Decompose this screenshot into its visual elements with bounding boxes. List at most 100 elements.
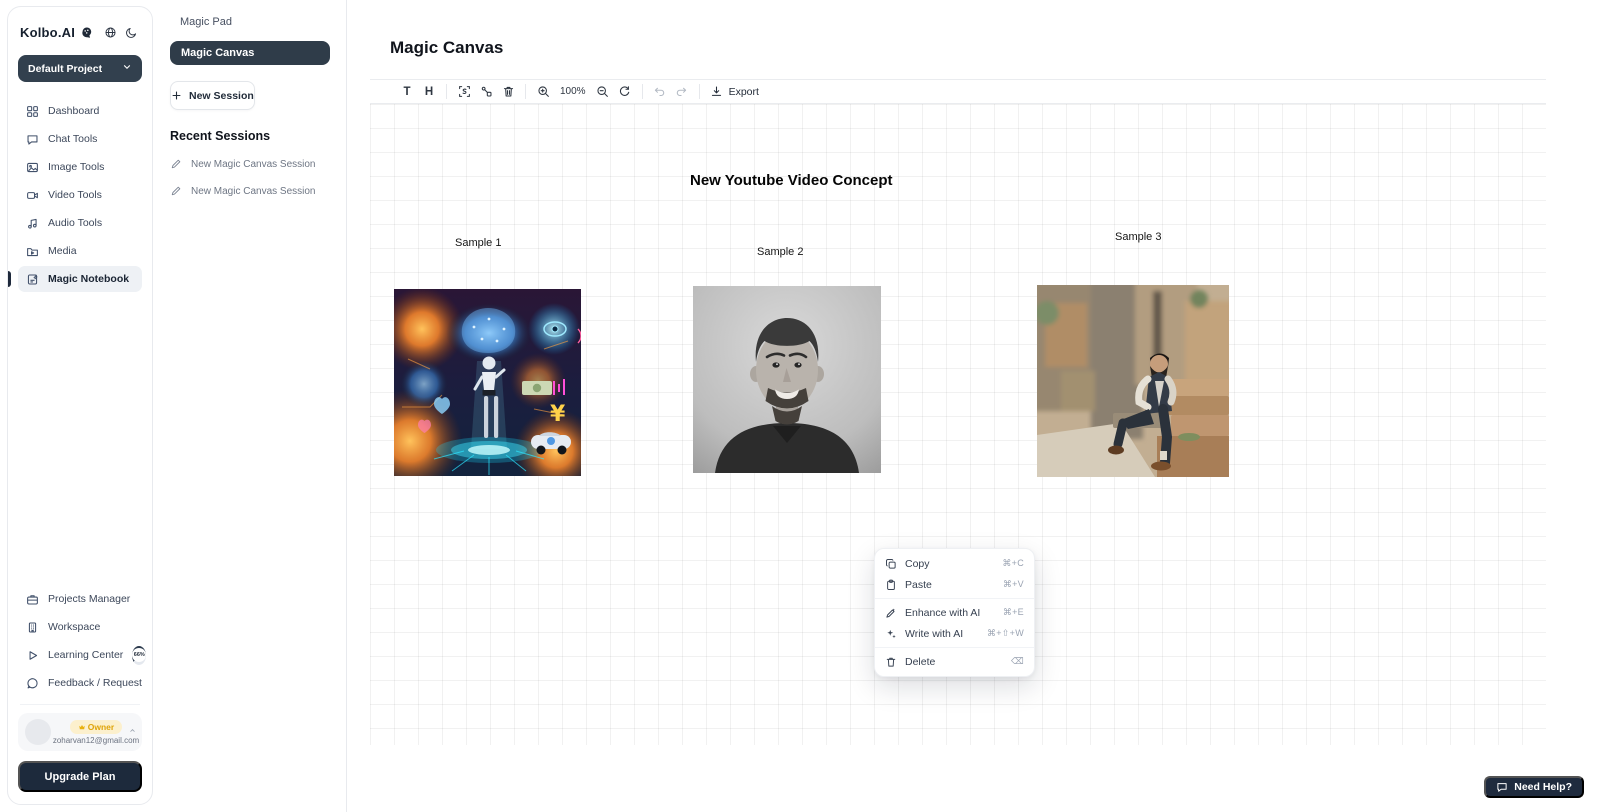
redo-button[interactable] [671, 82, 693, 102]
sidebar-item-media[interactable]: Media [18, 238, 142, 264]
need-help-button[interactable]: Need Help? [1484, 776, 1584, 798]
sidebar-nav: Dashboard Chat Tools Image Tools Video T… [18, 98, 142, 292]
divider [699, 84, 700, 99]
chevron-up-icon [129, 721, 136, 739]
undo-icon [653, 85, 666, 98]
zoom-in-icon [537, 85, 550, 98]
logo-row: Kolbo.AI [18, 21, 142, 55]
audio-icon [26, 217, 39, 230]
sidebar-item-chat-tools[interactable]: Chat Tools [18, 126, 142, 152]
menu-item-label: Delete [905, 656, 935, 668]
zoom-in-button[interactable] [532, 82, 554, 102]
notebook-icon [26, 273, 39, 286]
svg-text:¥: ¥ [550, 402, 566, 427]
trash-icon [502, 85, 515, 98]
sidebar-item-projects-manager[interactable]: Projects Manager [18, 586, 142, 612]
avatar [25, 719, 51, 745]
menu-item-delete[interactable]: Delete ⌫ [875, 651, 1034, 672]
divider [875, 647, 1034, 648]
delete-tool-button[interactable] [497, 82, 519, 102]
sample-2-label[interactable]: Sample 2 [757, 246, 803, 258]
connector-tool-button[interactable] [475, 82, 497, 102]
context-menu: Copy ⌘+C Paste ⌘+V Enhance with AI ⌘+E W… [874, 548, 1035, 677]
project-selector[interactable]: Default Project [18, 55, 142, 82]
building-icon [26, 621, 39, 634]
export-button[interactable]: Export [706, 85, 763, 98]
briefcase-icon [26, 593, 39, 606]
session-item-label: New Magic Canvas Session [191, 186, 316, 197]
zoom-out-button[interactable] [592, 82, 614, 102]
menu-item-write-with-ai[interactable]: Write with AI ⌘+⇧+W [875, 623, 1034, 644]
sample-3-image[interactable] [1037, 285, 1229, 477]
learning-progress-ring: 66% [132, 646, 146, 665]
session-list-item[interactable]: New Magic Canvas Session [170, 185, 330, 197]
redo-icon [675, 85, 688, 98]
menu-item-label: Write with AI [905, 628, 963, 640]
sidebar-item-label: Image Tools [48, 161, 104, 173]
user-card[interactable]: Owner zoharvan12@gmail.com [18, 713, 142, 751]
tab-magic-canvas[interactable]: Magic Canvas [170, 41, 330, 65]
learning-progress-value: 66% [132, 648, 146, 662]
rotate-icon [618, 85, 631, 98]
ai-select-tool-button[interactable] [453, 82, 475, 102]
export-label: Export [729, 86, 759, 98]
divider [875, 598, 1034, 599]
menu-shortcut: ⌘+⇧+W [987, 628, 1024, 639]
trash-icon [885, 656, 897, 668]
media-icon [26, 245, 39, 258]
sidebar-item-feedback[interactable]: Feedback / Request [18, 670, 142, 696]
plus-icon [171, 90, 182, 101]
reset-view-button[interactable] [614, 82, 636, 102]
page-title: Magic Canvas [390, 38, 503, 58]
sidebar-item-label: Media [48, 245, 77, 257]
sample-1-label[interactable]: Sample 1 [455, 237, 501, 249]
copy-icon [885, 558, 897, 570]
menu-shortcut: ⌘+V [1003, 579, 1024, 590]
divider [20, 704, 140, 705]
sidebar-item-image-tools[interactable]: Image Tools [18, 154, 142, 180]
sidebar-item-label: Magic Notebook [48, 273, 129, 285]
globe-icon[interactable] [102, 23, 120, 41]
divider [446, 84, 447, 99]
sidebar-item-label: Audio Tools [48, 217, 102, 229]
menu-item-paste[interactable]: Paste ⌘+V [875, 574, 1034, 595]
sidebar-item-learning-center[interactable]: Learning Center 66% [18, 642, 142, 668]
role-badge: Owner [70, 720, 122, 734]
divider [525, 84, 526, 99]
sidebar-item-dashboard[interactable]: Dashboard [18, 98, 142, 124]
pencil-icon [170, 158, 182, 170]
sample-1-image[interactable]: ¥ [394, 289, 581, 476]
dashboard-icon [26, 105, 39, 118]
session-list-item[interactable]: New Magic Canvas Session [170, 158, 330, 170]
play-icon [26, 649, 39, 662]
upgrade-plan-button[interactable]: Upgrade Plan [18, 761, 142, 792]
canvas-toolbar: T H 100% Export [370, 79, 1546, 104]
brain-logo-icon [78, 23, 96, 41]
zoom-level[interactable]: 100% [554, 86, 592, 97]
video-icon [26, 189, 39, 202]
tab-magic-pad[interactable]: Magic Pad [170, 14, 330, 28]
sidebar-item-audio-tools[interactable]: Audio Tools [18, 210, 142, 236]
pencil-icon [170, 185, 182, 197]
session-item-label: New Magic Canvas Session [191, 159, 316, 170]
sidebar-footer-nav: Projects Manager Workspace Learning Cent… [18, 586, 142, 696]
sidebar-item-label: Projects Manager [48, 593, 130, 605]
canvas-heading-text[interactable]: New Youtube Video Concept [690, 172, 893, 189]
sample-2-image[interactable] [693, 286, 881, 473]
paste-icon [885, 579, 897, 591]
sidebar-item-magic-notebook[interactable]: Magic Notebook [18, 266, 142, 292]
menu-item-copy[interactable]: Copy ⌘+C [875, 553, 1034, 574]
new-session-label: New Session [189, 90, 254, 102]
menu-shortcut: ⌘+E [1003, 607, 1024, 618]
sidebar-item-workspace[interactable]: Workspace [18, 614, 142, 640]
menu-item-enhance-with-ai[interactable]: Enhance with AI ⌘+E [875, 602, 1034, 623]
moon-icon[interactable] [122, 23, 140, 41]
text-tool-button[interactable]: T [396, 82, 418, 102]
sidebar-item-video-tools[interactable]: Video Tools [18, 182, 142, 208]
menu-item-label: Copy [905, 558, 930, 570]
sample-3-label[interactable]: Sample 3 [1115, 231, 1161, 243]
undo-button[interactable] [649, 82, 671, 102]
new-session-button[interactable]: New Session [170, 81, 255, 110]
sidebar: Kolbo.AI Default Project Dashboard Chat … [7, 6, 153, 805]
heading-tool-button[interactable]: H [418, 82, 440, 102]
